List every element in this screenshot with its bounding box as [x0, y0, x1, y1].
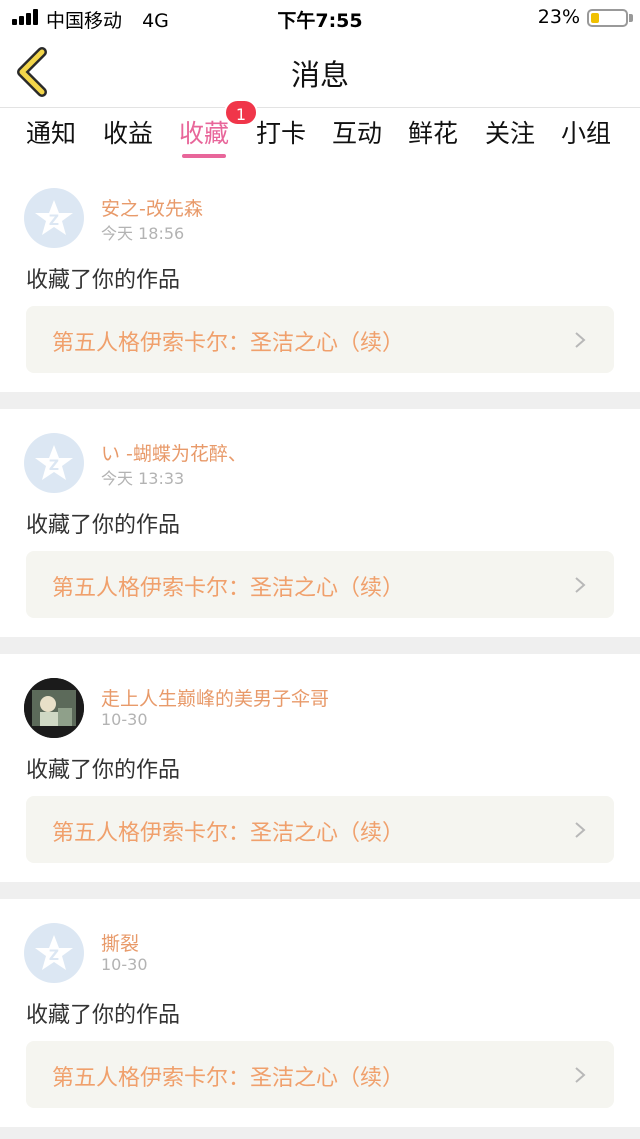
chevron-right-icon	[575, 1067, 586, 1083]
timestamp: 10-30	[101, 955, 148, 974]
tab-follow[interactable]: 关注	[485, 114, 535, 150]
user-name[interactable]: 安之-改先森	[101, 194, 203, 221]
svg-text:Z: Z	[49, 458, 59, 474]
tab-notice[interactable]: 通知	[26, 114, 76, 150]
battery-percent: 23%	[537, 6, 580, 28]
tab-interaction[interactable]: 互动	[332, 114, 382, 150]
work-link[interactable]: 第五人格伊索卡尔：圣洁之心（续）	[26, 1041, 614, 1108]
chevron-right-icon	[575, 577, 586, 593]
action-text: 收藏了你的作品	[26, 513, 181, 538]
work-title: 第五人格伊索卡尔：圣洁之心（续）	[52, 331, 405, 356]
battery-fill	[591, 13, 599, 23]
chevron-right-icon	[575, 332, 586, 348]
work-title: 第五人格伊索卡尔：圣洁之心（续）	[52, 821, 405, 846]
list-item: 走上人生巅峰的美男子伞哥 10-30 收藏了你的作品 第五人格伊索卡尔：圣洁之心…	[0, 654, 640, 882]
action-text: 收藏了你的作品	[26, 268, 181, 293]
tab-favorites-label: 收藏	[179, 119, 230, 148]
action-text: 收藏了你的作品	[26, 758, 181, 783]
user-name[interactable]: い -蝴蝶为花醉、	[101, 439, 247, 466]
tab-flowers[interactable]: 鲜花	[408, 114, 458, 150]
photo-avatar[interactable]	[24, 678, 84, 738]
timestamp: 10-30	[101, 710, 148, 729]
page-title: 消息	[290, 58, 349, 92]
tab-bar: 通知 收益 收藏 打卡 互动 鲜花 关注 小组	[0, 108, 640, 164]
battery-cap	[629, 14, 633, 22]
work-title: 第五人格伊索卡尔：圣洁之心（续）	[52, 576, 405, 601]
nav-bar: 消息	[0, 36, 640, 108]
work-link[interactable]: 第五人格伊索卡尔：圣洁之心（续）	[26, 796, 614, 863]
user-name[interactable]: 走上人生巅峰的美男子伞哥	[101, 684, 329, 711]
timestamp: 今天 13:33	[101, 469, 185, 488]
list-item: Z 安之-改先森 今天 18:56 收藏了你的作品 第五人格伊索卡尔：圣洁之心（…	[0, 164, 640, 392]
unread-badge: 1	[224, 99, 258, 126]
default-avatar-icon[interactable]: Z	[24, 188, 84, 248]
default-avatar-icon[interactable]: Z	[24, 433, 84, 493]
svg-text:Z: Z	[49, 948, 59, 964]
action-text: 收藏了你的作品	[26, 1003, 181, 1028]
chevron-right-icon	[575, 822, 586, 838]
svg-text:Z: Z	[49, 213, 59, 229]
default-avatar-icon[interactable]: Z	[24, 923, 84, 983]
work-title: 第五人格伊索卡尔：圣洁之心（续）	[52, 1066, 405, 1091]
list-item: Z い -蝴蝶为花醉、 今天 13:33 收藏了你的作品 第五人格伊索卡尔：圣洁…	[0, 409, 640, 637]
status-bar: 中国移动 4G 下午7:55 23%	[0, 0, 640, 36]
work-link[interactable]: 第五人格伊索卡尔：圣洁之心（续）	[26, 306, 614, 373]
tab-favorites[interactable]: 收藏	[179, 114, 230, 158]
timestamp: 今天 18:56	[101, 224, 185, 243]
battery-icon	[587, 9, 628, 27]
tab-groups[interactable]: 小组	[561, 114, 611, 150]
user-name[interactable]: 撕裂	[101, 929, 139, 956]
list-item: Z 撕裂 10-30 收藏了你的作品 第五人格伊索卡尔：圣洁之心（续）	[0, 899, 640, 1127]
tab-checkin[interactable]: 打卡	[256, 114, 306, 150]
tab-earnings[interactable]: 收益	[103, 114, 153, 150]
work-link[interactable]: 第五人格伊索卡尔：圣洁之心（续）	[26, 551, 614, 618]
active-tab-indicator	[182, 154, 227, 158]
